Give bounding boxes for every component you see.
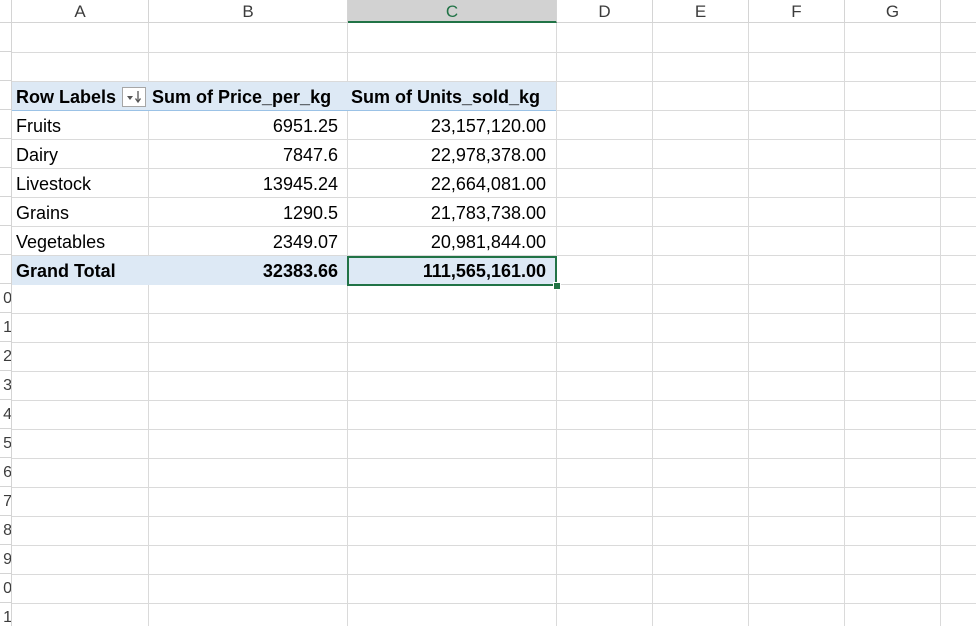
gridline [12,371,976,372]
row-header[interactable] [0,23,11,52]
row-header[interactable]: 6 [0,458,11,487]
gridline [652,23,653,626]
gridline [12,400,976,401]
fill-handle[interactable] [553,282,561,290]
pivot-price-value[interactable]: 6951.25 [149,111,348,140]
column-header-a[interactable]: A [12,0,149,22]
gridline [12,429,976,430]
pivot-grand-total-price[interactable]: 32383.66 [149,256,348,285]
column-header-h-partial[interactable] [941,0,976,22]
gridline [12,603,976,604]
row-header[interactable]: 1 [0,603,11,626]
row-header[interactable]: 0 [0,284,11,313]
row-header[interactable]: 2 [0,342,11,371]
pivot-row-label[interactable]: Vegetables [12,227,149,256]
gridline [12,52,976,53]
column-header-c[interactable]: C [348,0,557,23]
gridline [12,313,976,314]
row-header[interactable] [0,139,11,168]
column-header-e[interactable]: E [653,0,749,22]
row-header[interactable]: 7 [0,487,11,516]
row-header[interactable]: 4 [0,400,11,429]
gridline [12,574,976,575]
pivot-row-label[interactable]: Livestock [12,169,149,198]
pivot-price-value[interactable]: 2349.07 [149,227,348,256]
row-header[interactable]: 1 [0,313,11,342]
row-header[interactable]: 5 [0,429,11,458]
column-header-bar: A B C D E F G [0,0,976,23]
pivot-header-price[interactable]: Sum of Price_per_kg [149,82,348,111]
pivot-header-units[interactable]: Sum of Units_sold_kg [348,82,556,111]
pivot-price-value[interactable]: 7847.6 [149,140,348,169]
row-header[interactable] [0,52,11,81]
pivot-units-value[interactable]: 22,978,378.00 [348,140,556,169]
gridline [12,545,976,546]
sort-filter-dropdown-button[interactable] [122,87,146,107]
gridline [12,342,976,343]
row-labels-header-label: Row Labels [16,87,117,107]
pivot-price-value[interactable]: 13945.24 [149,169,348,198]
pivot-units-value[interactable]: 21,783,738.00 [348,198,556,227]
pivot-units-value[interactable]: 22,664,081.00 [348,169,556,198]
row-header[interactable]: 3 [0,371,11,400]
column-header-g[interactable]: G [845,0,941,22]
row-header[interactable] [0,255,11,284]
row-header-bar: 0 1 2 3 4 5 6 7 8 9 0 1 [0,23,12,626]
row-header[interactable]: 0 [0,574,11,603]
column-header-f[interactable]: F [749,0,845,22]
gridline [12,516,976,517]
row-header[interactable]: 9 [0,545,11,574]
pivot-row-label[interactable]: Dairy [12,140,149,169]
row-header[interactable] [0,110,11,139]
pivot-grand-total-units[interactable]: 111,565,161.00 [348,256,556,285]
column-header-b[interactable]: B [149,0,348,22]
pivot-units-value[interactable]: 23,157,120.00 [348,111,556,140]
pivot-grand-total-label[interactable]: Grand Total [12,256,149,285]
gridline [940,23,941,626]
gridline [748,23,749,626]
row-header[interactable] [0,197,11,226]
column-header-d[interactable]: D [557,0,653,22]
gridline [556,23,557,626]
gridline [844,23,845,626]
row-header[interactable]: 8 [0,516,11,545]
pivot-price-value[interactable]: 1290.5 [149,198,348,227]
pivot-units-value[interactable]: 20,981,844.00 [348,227,556,256]
sort-descending-filter-icon [127,91,142,104]
select-all-corner[interactable] [0,0,12,23]
pivot-row-label[interactable]: Grains [12,198,149,227]
gridline [12,458,976,459]
row-header[interactable] [0,81,11,110]
spreadsheet-grid[interactable]: A B C D E F G 0 1 2 3 4 5 6 7 8 9 0 1 Ro… [0,0,976,626]
row-header[interactable] [0,168,11,197]
pivot-row-label[interactable]: Fruits [12,111,149,140]
row-header[interactable] [0,226,11,255]
gridline [12,487,976,488]
